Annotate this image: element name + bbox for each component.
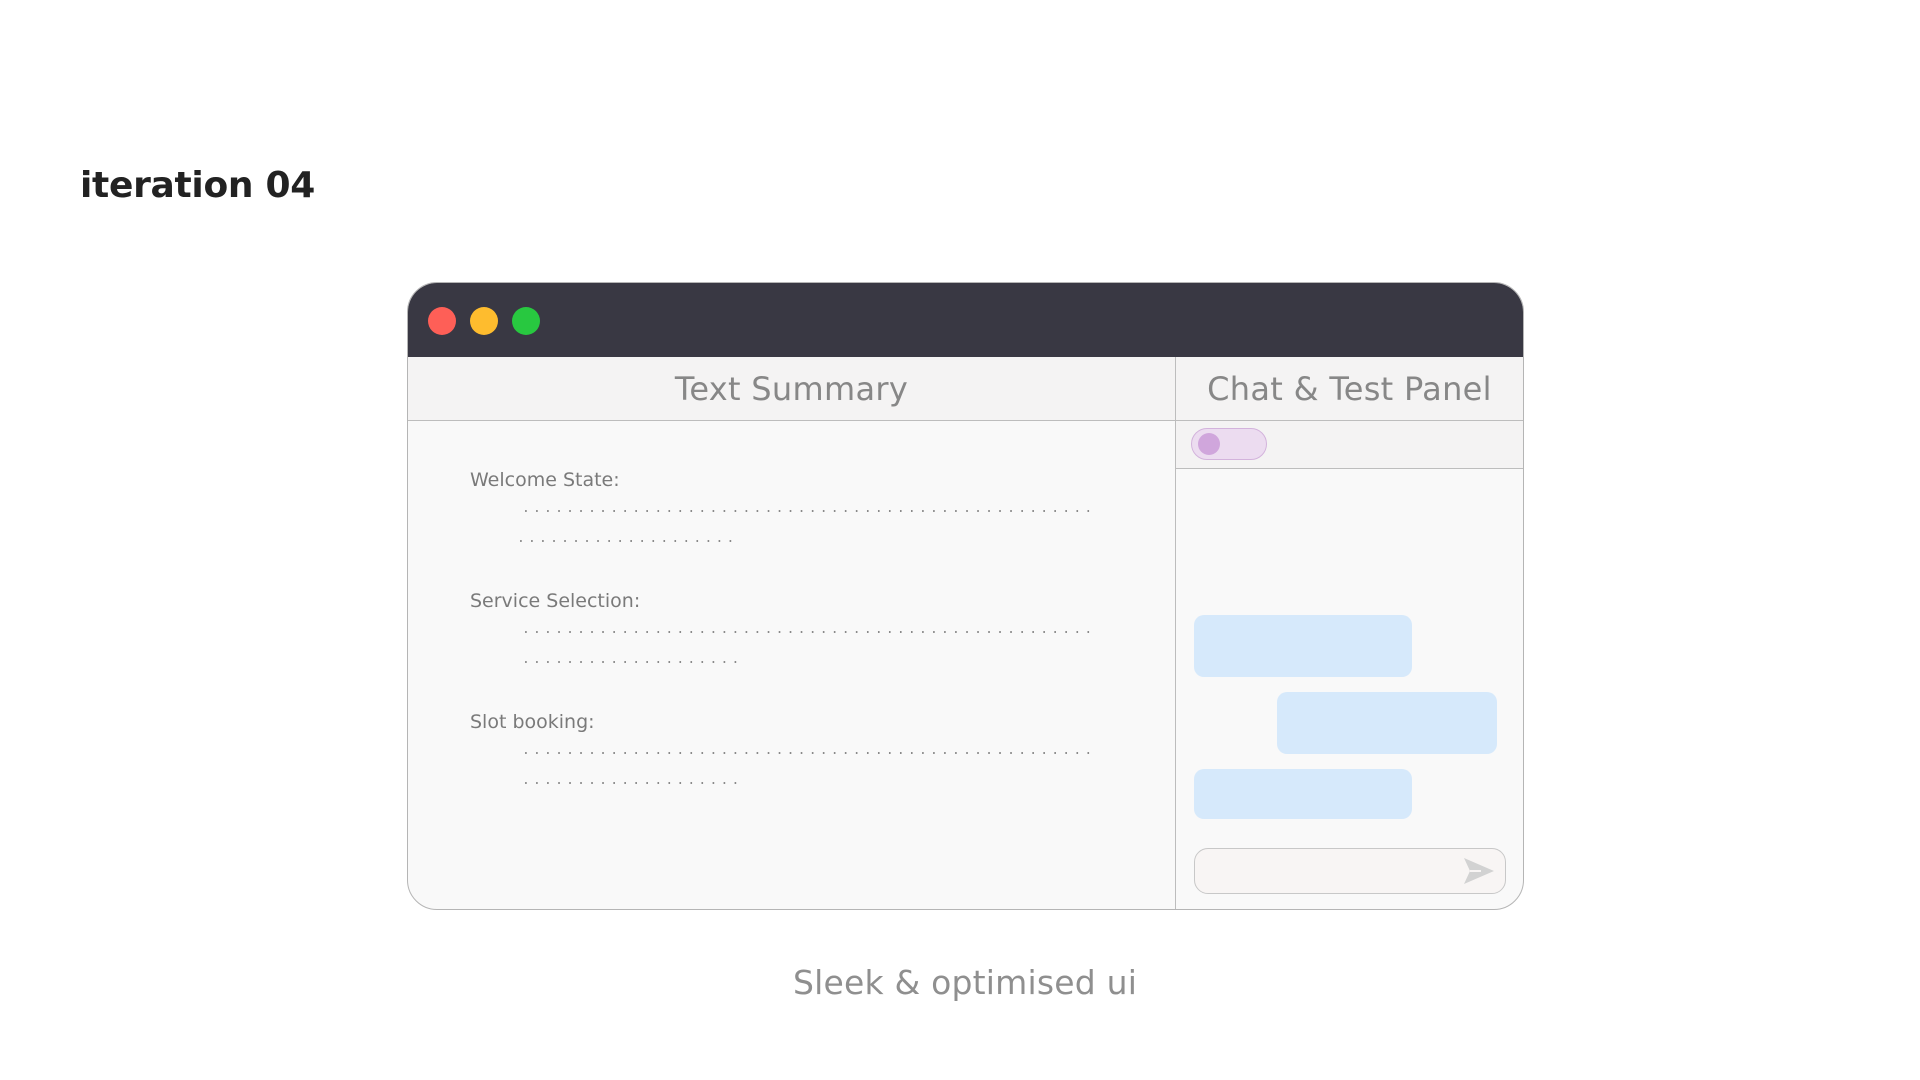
test-mode-toggle[interactable] <box>1191 428 1267 460</box>
page-heading: iteration 04 <box>80 165 315 206</box>
send-arrow-icon <box>1464 858 1494 884</box>
summary-label: Service Selection: <box>470 590 641 612</box>
text-summary-header: Text Summary <box>408 357 1175 421</box>
summary-section-service: Service Selection: .....................… <box>470 590 1110 668</box>
chat-toolbar <box>1176 421 1523 469</box>
page-caption: Sleek & optimised ui <box>792 963 1138 1002</box>
summary-section-welcome: Welcome State: .........................… <box>470 469 1110 547</box>
text-summary-title: Text Summary <box>674 369 909 408</box>
summary-placeholder-line: ........................................… <box>522 501 1092 516</box>
chat-message-bubble-outgoing <box>1277 692 1497 754</box>
summary-placeholder-line: ........................ <box>517 531 737 546</box>
toggle-knob <box>1198 433 1220 455</box>
window-titlebar <box>408 283 1523 357</box>
app-window: Text Summary Chat & Test Panel Welcome S… <box>407 282 1524 910</box>
send-button[interactable] <box>1461 855 1497 887</box>
summary-placeholder-line: ........................ <box>522 652 742 667</box>
summary-section-slot: Slot booking: ..........................… <box>470 711 1110 789</box>
summary-placeholder-line: ........................ <box>522 773 742 788</box>
chat-message-bubble-incoming <box>1194 769 1412 819</box>
chat-panel-header: Chat & Test Panel <box>1176 357 1523 421</box>
window-maximize-button[interactable] <box>512 307 540 335</box>
chat-panel-title: Chat & Test Panel <box>1207 369 1492 408</box>
summary-label: Welcome State: <box>470 469 620 491</box>
chat-input-box <box>1194 848 1506 894</box>
summary-placeholder-line: ........................................… <box>522 622 1092 637</box>
window-close-button[interactable] <box>428 307 456 335</box>
chat-message-input[interactable] <box>1209 857 1453 887</box>
summary-placeholder-line: ........................................… <box>522 743 1092 758</box>
chat-message-bubble-incoming <box>1194 615 1412 677</box>
summary-label: Slot booking: <box>470 711 595 733</box>
window-minimize-button[interactable] <box>470 307 498 335</box>
